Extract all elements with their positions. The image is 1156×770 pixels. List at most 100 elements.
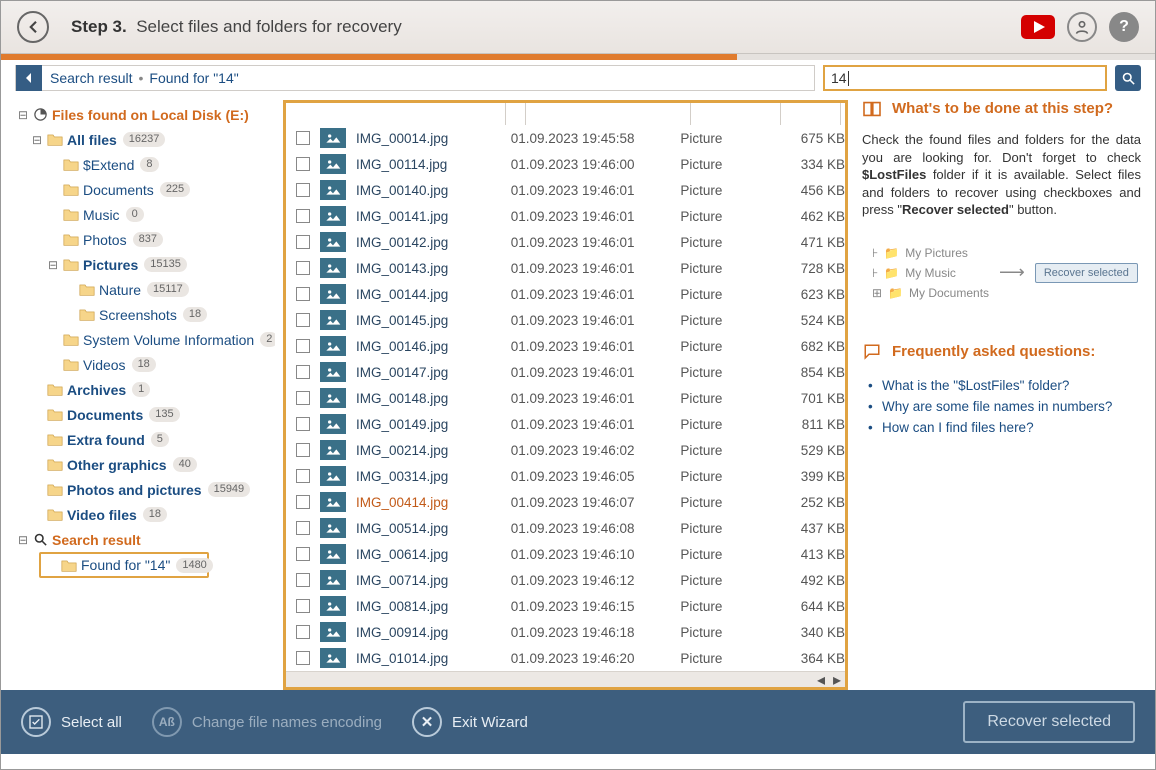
youtube-button[interactable] bbox=[1021, 15, 1055, 39]
tree-item[interactable]: Nature15117 bbox=[15, 277, 275, 302]
file-row[interactable]: IMG_00143.jpg01.09.2023 19:46:01Picture7… bbox=[286, 255, 845, 281]
horizontal-scrollbar[interactable]: ◂ ▸ bbox=[286, 671, 845, 687]
file-checkbox[interactable] bbox=[296, 521, 310, 535]
tree-item[interactable]: Other graphics40 bbox=[15, 452, 275, 477]
file-row[interactable]: IMG_00314.jpg01.09.2023 19:46:05Picture3… bbox=[286, 463, 845, 489]
file-row[interactable]: IMG_00148.jpg01.09.2023 19:46:01Picture7… bbox=[286, 385, 845, 411]
file-row[interactable]: IMG_00145.jpg01.09.2023 19:46:01Picture5… bbox=[286, 307, 845, 333]
tree-item[interactable]: Archives1 bbox=[15, 377, 275, 402]
file-size: 728 KB bbox=[770, 261, 845, 276]
file-checkbox[interactable] bbox=[296, 183, 310, 197]
tree-item[interactable]: Documents225 bbox=[15, 177, 275, 202]
tree-item[interactable]: Documents135 bbox=[15, 402, 275, 427]
folder-icon bbox=[47, 483, 63, 496]
folder-tree[interactable]: ⊟ Files found on Local Disk (E:) ⊟ All f… bbox=[15, 100, 275, 690]
file-row[interactable]: IMG_00144.jpg01.09.2023 19:46:01Picture6… bbox=[286, 281, 845, 307]
exit-wizard-button[interactable]: ✕ Exit Wizard bbox=[412, 707, 528, 737]
file-row[interactable]: IMG_00146.jpg01.09.2023 19:46:01Picture6… bbox=[286, 333, 845, 359]
picture-icon bbox=[320, 232, 346, 252]
breadcrumb[interactable]: Search result • Found for "14" bbox=[15, 65, 815, 91]
collapse-icon[interactable]: ⊟ bbox=[31, 133, 43, 147]
file-checkbox[interactable] bbox=[296, 157, 310, 171]
file-checkbox[interactable] bbox=[296, 287, 310, 301]
file-row[interactable]: IMG_00140.jpg01.09.2023 19:46:01Picture4… bbox=[286, 177, 845, 203]
breadcrumb-root[interactable]: Search result bbox=[50, 70, 132, 86]
file-row[interactable]: IMG_00614.jpg01.09.2023 19:46:10Picture4… bbox=[286, 541, 845, 567]
picture-icon bbox=[320, 180, 346, 200]
file-checkbox[interactable] bbox=[296, 417, 310, 431]
file-checkbox[interactable] bbox=[296, 261, 310, 275]
change-encoding-button[interactable]: Aß Change file names encoding bbox=[152, 707, 382, 737]
recover-selected-button[interactable]: Recover selected bbox=[963, 701, 1135, 743]
picture-icon bbox=[320, 518, 346, 538]
file-row[interactable]: IMG_00147.jpg01.09.2023 19:46:01Picture8… bbox=[286, 359, 845, 385]
account-button[interactable] bbox=[1067, 12, 1097, 42]
file-checkbox[interactable] bbox=[296, 495, 310, 509]
file-checkbox[interactable] bbox=[296, 599, 310, 613]
tree-root[interactable]: ⊟ Files found on Local Disk (E:) bbox=[15, 102, 275, 127]
file-checkbox[interactable] bbox=[296, 625, 310, 639]
file-row[interactable]: IMG_00142.jpg01.09.2023 19:46:01Picture4… bbox=[286, 229, 845, 255]
file-list[interactable]: IMG_00014.jpg01.09.2023 19:45:58Picture6… bbox=[286, 125, 845, 671]
search-button[interactable] bbox=[1115, 65, 1141, 91]
file-row[interactable]: IMG_00514.jpg01.09.2023 19:46:08Picture4… bbox=[286, 515, 845, 541]
tree-item[interactable]: Music0 bbox=[15, 202, 275, 227]
file-name: IMG_00148.jpg bbox=[356, 391, 511, 406]
file-checkbox[interactable] bbox=[296, 443, 310, 457]
file-type: Picture bbox=[680, 391, 770, 406]
tree-item[interactable]: Photos and pictures15949 bbox=[15, 477, 275, 502]
column-headers[interactable] bbox=[286, 103, 845, 125]
tree-item[interactable]: Videos18 bbox=[15, 352, 275, 377]
file-size: 456 KB bbox=[770, 183, 845, 198]
file-checkbox[interactable] bbox=[296, 235, 310, 249]
file-row[interactable]: IMG_00714.jpg01.09.2023 19:46:12Picture4… bbox=[286, 567, 845, 593]
file-checkbox[interactable] bbox=[296, 651, 310, 665]
help-button[interactable]: ? bbox=[1109, 12, 1139, 42]
back-button[interactable] bbox=[17, 11, 49, 43]
collapse-icon[interactable]: ⊟ bbox=[17, 108, 29, 122]
tree-item[interactable]: Video files18 bbox=[15, 502, 275, 527]
scroll-right-icon[interactable]: ▸ bbox=[833, 670, 841, 690]
file-row[interactable]: IMG_00414.jpg01.09.2023 19:46:07Picture2… bbox=[286, 489, 845, 515]
file-row[interactable]: IMG_00914.jpg01.09.2023 19:46:18Picture3… bbox=[286, 619, 845, 645]
file-checkbox[interactable] bbox=[296, 573, 310, 587]
file-date: 01.09.2023 19:46:15 bbox=[511, 599, 681, 614]
file-row[interactable]: IMG_00214.jpg01.09.2023 19:46:02Picture5… bbox=[286, 437, 845, 463]
breadcrumb-back-button[interactable] bbox=[16, 65, 42, 91]
tree-item[interactable]: Photos837 bbox=[15, 227, 275, 252]
file-checkbox[interactable] bbox=[296, 469, 310, 483]
file-checkbox[interactable] bbox=[296, 365, 310, 379]
file-checkbox[interactable] bbox=[296, 209, 310, 223]
faq-link[interactable]: Why are some file names in numbers? bbox=[882, 396, 1141, 417]
tree-item[interactable]: ⊟Pictures15135 bbox=[15, 252, 275, 277]
tree-item[interactable]: $Extend8 bbox=[15, 152, 275, 177]
youtube-icon bbox=[1021, 15, 1055, 39]
tree-item[interactable]: Screenshots18 bbox=[15, 302, 275, 327]
file-row[interactable]: IMG_00114.jpg01.09.2023 19:46:00Picture3… bbox=[286, 151, 845, 177]
file-row[interactable]: IMG_00814.jpg01.09.2023 19:46:15Picture6… bbox=[286, 593, 845, 619]
file-checkbox[interactable] bbox=[296, 391, 310, 405]
file-row[interactable]: IMG_01014.jpg01.09.2023 19:46:20Picture3… bbox=[286, 645, 845, 671]
tree-item[interactable]: Extra found5 bbox=[15, 427, 275, 452]
faq-link[interactable]: How can I find files here? bbox=[882, 417, 1141, 438]
file-row[interactable]: IMG_00141.jpg01.09.2023 19:46:01Picture4… bbox=[286, 203, 845, 229]
file-date: 01.09.2023 19:46:01 bbox=[511, 391, 681, 406]
file-checkbox[interactable] bbox=[296, 339, 310, 353]
tree-found-for[interactable]: Found for "14" 1480 bbox=[39, 552, 209, 578]
collapse-icon[interactable]: ⊟ bbox=[17, 533, 29, 547]
search-icon bbox=[1121, 71, 1136, 86]
tree-allfiles[interactable]: ⊟ All files 16237 bbox=[15, 127, 275, 152]
search-input[interactable]: 14 bbox=[823, 65, 1107, 91]
scroll-left-icon[interactable]: ◂ bbox=[817, 670, 825, 690]
file-row[interactable]: IMG_00149.jpg01.09.2023 19:46:01Picture8… bbox=[286, 411, 845, 437]
file-checkbox[interactable] bbox=[296, 131, 310, 145]
collapse-icon[interactable]: ⊟ bbox=[47, 258, 59, 272]
file-name: IMG_00140.jpg bbox=[356, 183, 511, 198]
file-checkbox[interactable] bbox=[296, 547, 310, 561]
tree-search-result[interactable]: ⊟ Search result bbox=[15, 527, 275, 552]
file-checkbox[interactable] bbox=[296, 313, 310, 327]
faq-link[interactable]: What is the "$LostFiles" folder? bbox=[882, 375, 1141, 396]
select-all-button[interactable]: Select all bbox=[21, 707, 122, 737]
tree-item[interactable]: System Volume Information2 bbox=[15, 327, 275, 352]
file-row[interactable]: IMG_00014.jpg01.09.2023 19:45:58Picture6… bbox=[286, 125, 845, 151]
